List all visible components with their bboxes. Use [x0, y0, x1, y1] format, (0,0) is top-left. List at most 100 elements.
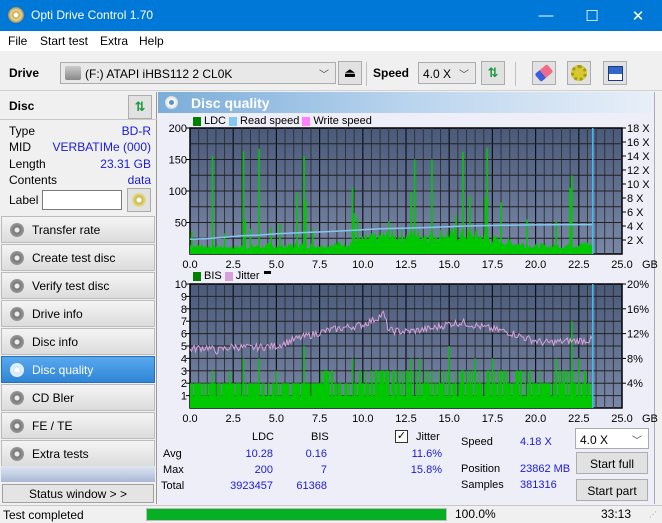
disc-label-text: Label: [9, 193, 39, 207]
legend-write-speed: Write speed: [313, 115, 372, 127]
samples-label: Samples: [461, 479, 504, 491]
progress-bar: [146, 508, 447, 521]
sidebar-item-label: Transfer rate: [32, 223, 101, 237]
start-part-button[interactable]: Start part: [576, 479, 648, 501]
speed-readout-value: 4.18 X: [520, 436, 552, 448]
refresh-button[interactable]: ⇅: [481, 61, 505, 85]
erase-button[interactable]: [532, 61, 556, 85]
stats-col-bis: BIS: [311, 431, 329, 443]
maximize-button[interactable]: ☐: [569, 0, 615, 31]
gears-icon: [571, 65, 587, 81]
disc-icon: [10, 447, 24, 461]
disc-type-key: Type: [9, 124, 36, 138]
disc-icon: [10, 279, 24, 293]
disc-mid-row: MID VERBATIMe (000): [9, 140, 151, 156]
status-text: Test completed: [3, 508, 84, 522]
jitter-checkbox[interactable]: ✓: [395, 430, 408, 443]
legend-read-speed: Read speed: [240, 115, 300, 127]
disc-icon: [10, 223, 24, 237]
menu-help[interactable]: Help: [139, 34, 164, 48]
sidebar-item-label: Extra tests: [32, 447, 89, 461]
save-button[interactable]: [603, 61, 627, 85]
speed-readout-label: Speed: [461, 436, 493, 448]
legend-bis: BIS: [204, 270, 222, 282]
disc-label-button[interactable]: [127, 188, 151, 212]
disc-icon: [10, 335, 24, 349]
eject-button[interactable]: ⏏: [338, 61, 362, 85]
legend-swatch-bis: [193, 271, 201, 281]
disc-length-key: Length: [9, 157, 46, 171]
progress-fill: [147, 509, 446, 520]
stats-total-ldc: 3923457: [230, 480, 273, 492]
disc-refresh-button[interactable]: ⇅: [128, 95, 152, 119]
disc-icon: [10, 363, 24, 377]
window-title: Opti Drive Control 1.70: [31, 8, 154, 22]
settings-button[interactable]: [567, 61, 591, 85]
disc-length-value: 23.31 GB: [100, 157, 151, 171]
minimize-button[interactable]: —: [523, 0, 569, 31]
sidebar-item-drive-info[interactable]: Drive info: [1, 300, 155, 327]
menu-extra[interactable]: Extra: [100, 34, 128, 48]
close-button[interactable]: ✕: [615, 0, 661, 31]
speed-label: Speed: [373, 66, 410, 80]
sidebar-item-cd-bler[interactable]: CD Bler: [1, 384, 155, 411]
sidebar-item-disc-quality[interactable]: Disc quality: [1, 356, 155, 383]
stats-total-bis: 61368: [296, 480, 327, 492]
drive-label: Drive: [9, 66, 40, 80]
sidebar-item-verify-test-disc[interactable]: Verify test disc: [1, 272, 155, 299]
chevron-down-icon: ﹀: [632, 436, 642, 447]
disc-mid-key: MID: [9, 140, 31, 154]
app-icon: [8, 7, 24, 23]
stats-max-jitter: 15.8%: [410, 464, 442, 476]
disc-contents-row: Contents data: [9, 173, 151, 189]
refresh-icon: ⇅: [134, 99, 146, 114]
disc-label-key: Label: [9, 193, 39, 209]
stats-max-ldc: 200: [254, 464, 273, 476]
drive-select[interactable]: (F:) ATAPI iHBS112 2 CL0K ﹀: [60, 62, 336, 84]
resize-grip[interactable]: ⋰: [649, 510, 659, 520]
stats-jitter-label: Jitter: [416, 431, 440, 443]
sidebar-item-label: FE / TE: [32, 419, 73, 433]
legend-swatch-jitter: [224, 271, 233, 281]
stats-avg-label: Avg: [163, 448, 182, 460]
eraser-icon: [534, 64, 554, 82]
sidebar-item-extra-tests[interactable]: Extra tests: [1, 440, 155, 467]
floppy-icon: [607, 65, 623, 81]
disc-header-label: Disc: [9, 99, 35, 113]
disc-type-row: Type BD-R: [9, 124, 151, 140]
drive-value: (F:) ATAPI iHBS112 2 CL0K: [85, 67, 233, 81]
stats-max-bis: 7: [320, 464, 327, 476]
test-speed-value: 4.0 X: [580, 433, 609, 447]
stats-avg-ldc: 10.28: [245, 448, 273, 460]
start-full-button[interactable]: Start full: [576, 452, 648, 474]
disc-mid-value: VERBATIMe (000): [52, 140, 151, 154]
sidebar-item-label: Disc quality: [32, 363, 94, 377]
eject-icon: ⏏: [343, 65, 357, 80]
sidebar-item-label: Disc info: [32, 335, 79, 349]
legend-swatch-read-speed: [229, 116, 238, 126]
legend-swatch-write-speed: [302, 116, 311, 126]
sidebar-item-transfer-rate[interactable]: Transfer rate: [1, 216, 155, 243]
sidebar-item-create-test-disc[interactable]: Create test disc: [1, 244, 155, 271]
position-value: 23862 MB: [520, 463, 571, 475]
status-window-button[interactable]: Status window > >: [2, 484, 154, 503]
sidebar-item-label: Verify test disc: [32, 279, 110, 293]
disc-label-input[interactable]: [42, 190, 122, 210]
legend-marker: [263, 270, 271, 274]
bis-chart-legend: BIS Jitter: [190, 270, 271, 282]
legend-jitter: Jitter: [235, 270, 260, 282]
sidebar-item-disc-info[interactable]: Disc info: [1, 328, 155, 355]
sidebar-item-fe-te[interactable]: FE / TE: [1, 412, 155, 439]
ldc-chart-legend: LDC Read speed Write speed: [190, 115, 372, 127]
speed-select[interactable]: 4.0 X ﹀: [418, 62, 476, 84]
chevron-down-icon: ﹀: [459, 70, 469, 81]
menu-start-test[interactable]: Start test: [40, 34, 88, 48]
panel-title: Disc quality: [191, 95, 270, 111]
menu-file[interactable]: File: [8, 34, 27, 48]
disc-type-value: BD-R: [121, 124, 151, 138]
test-speed-select[interactable]: 4.0 X ﹀: [575, 428, 649, 449]
legend-ldc: LDC: [204, 115, 227, 127]
nav-filler: [1, 466, 155, 482]
disc-icon: [10, 419, 24, 433]
panel-header: Disc quality: [158, 92, 654, 113]
